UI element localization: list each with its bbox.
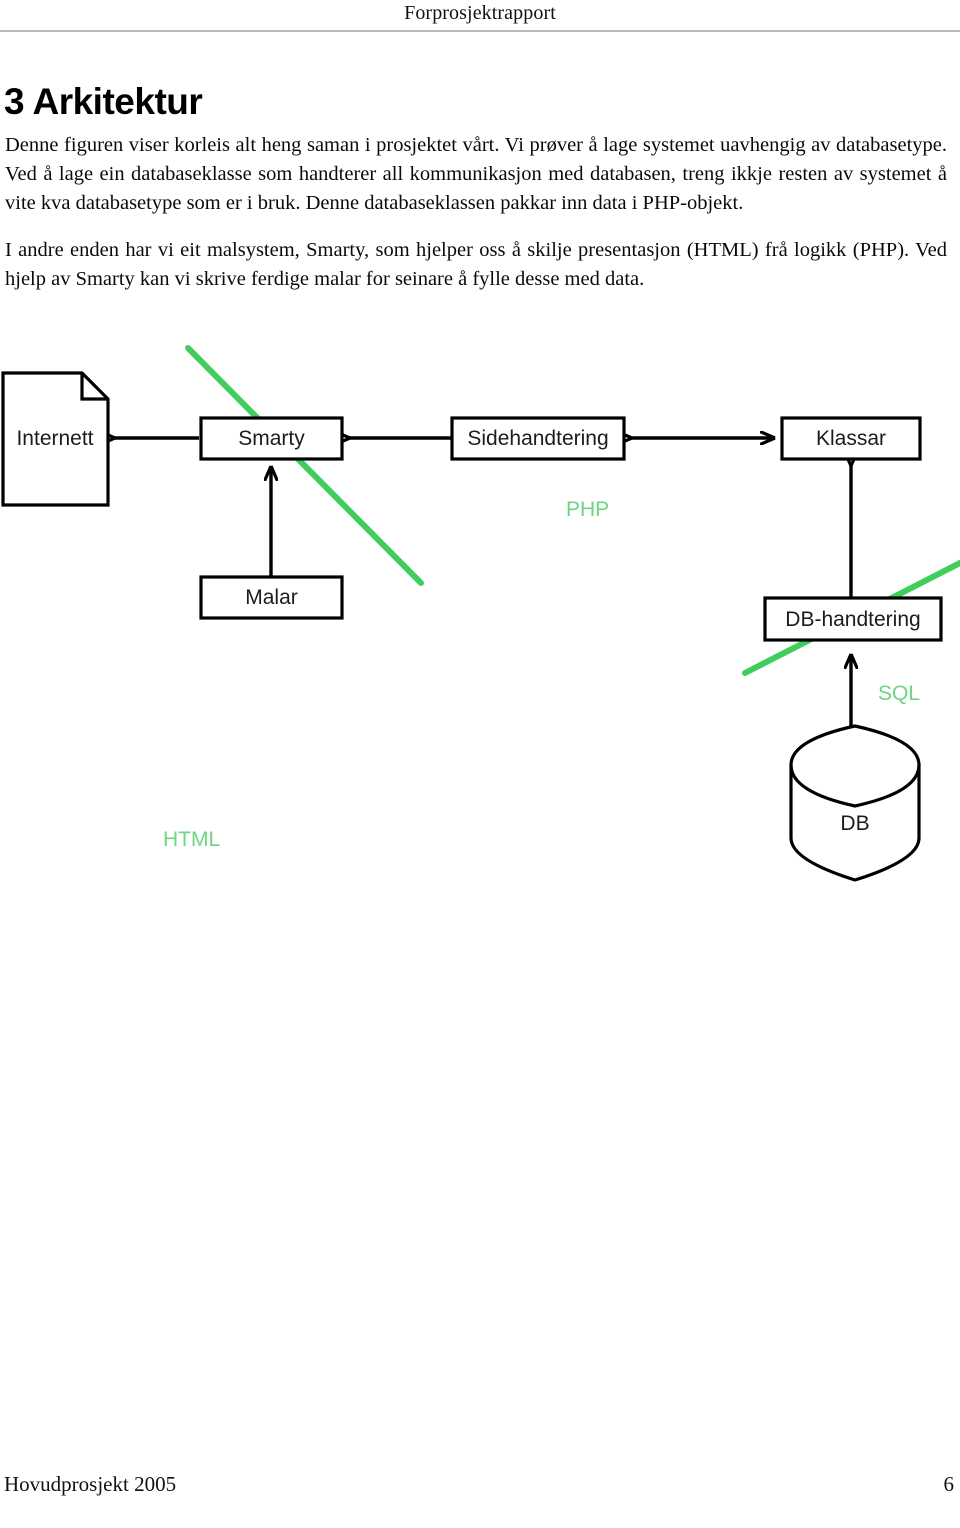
node-label-db: DB bbox=[840, 812, 869, 835]
protocol-label-sql: SQL bbox=[878, 682, 920, 705]
diagram-node-db-handtering: DB-handtering bbox=[763, 596, 943, 642]
footer-project-label: Hovudprosjekt 2005 bbox=[4, 1472, 177, 1496]
page-footer: Hovudprosjekt 2005 6 bbox=[0, 1470, 960, 1500]
section-heading: 3 Arkitektur bbox=[4, 80, 203, 122]
page-header: Forprosjektrapport bbox=[0, 0, 960, 34]
node-label-klassar: Klassar bbox=[816, 427, 886, 450]
green-accent-line-html bbox=[185, 345, 424, 586]
node-label-smarty: Smarty bbox=[238, 427, 305, 450]
diagram-node-db: DB bbox=[789, 724, 921, 882]
paragraph-2: I andre enden har vi eit malsystem, Smar… bbox=[5, 239, 947, 290]
diagram-node-malar: Malar bbox=[199, 575, 344, 620]
diagram-node-internett: Internett bbox=[1, 371, 110, 507]
header-divider-rule bbox=[0, 30, 960, 32]
body-copy: Denne figuren viser korleis alt heng sam… bbox=[5, 131, 947, 294]
diagram-node-smarty: Smarty bbox=[199, 416, 344, 461]
paragraph-1: Denne figuren viser korleis alt heng sam… bbox=[5, 134, 947, 214]
architecture-diagram: Internett Smarty Malar Sidehandtering Kl… bbox=[0, 340, 960, 910]
diagram-node-sidehandtering: Sidehandtering bbox=[450, 416, 626, 461]
node-label-db-handtering: DB-handtering bbox=[785, 608, 920, 631]
node-label-malar: Malar bbox=[245, 586, 298, 609]
diagram-node-klassar: Klassar bbox=[780, 416, 922, 461]
node-label-internett: Internett bbox=[16, 427, 93, 450]
document-header-title: Forprosjektrapport bbox=[404, 2, 556, 24]
footer-page-number: 6 bbox=[943, 1472, 955, 1496]
protocol-label-html: HTML bbox=[163, 828, 220, 851]
protocol-label-php: PHP bbox=[566, 498, 609, 521]
node-label-sidehandtering: Sidehandtering bbox=[467, 427, 608, 450]
